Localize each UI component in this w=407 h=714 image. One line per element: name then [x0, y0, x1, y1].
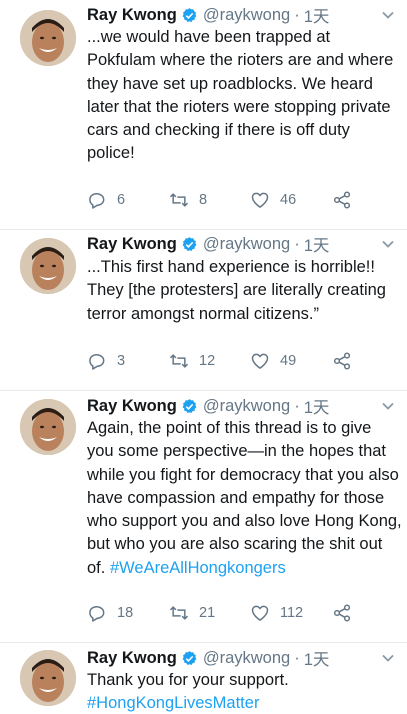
like-count: 46	[280, 192, 297, 208]
tweet[interactable]: Ray Kwong @raykwong · 1天 Thank you for y…	[0, 643, 407, 714]
tweet-header: Ray Kwong @raykwong · 1天	[87, 3, 330, 27]
separator-dot: ·	[294, 234, 300, 253]
heart-icon	[251, 192, 269, 208]
tweet-body: Again, the point of this thread is to gi…	[87, 419, 402, 577]
chevron-down-icon[interactable]	[381, 8, 395, 22]
retweet-icon	[169, 606, 189, 620]
hashtag-link[interactable]: #WeAreAllHongkongers	[110, 559, 286, 577]
heart-icon	[251, 605, 269, 621]
author-name[interactable]: Ray Kwong	[87, 649, 177, 668]
tweet-body: ...This first hand experience is horribl…	[87, 258, 386, 323]
reply-icon	[89, 606, 105, 622]
tweet-body: ...we would have been trapped at Pokfula…	[87, 28, 394, 163]
retweet-count: 8	[199, 192, 208, 208]
tweet-timestamp[interactable]: 1天	[304, 232, 330, 256]
tweet-actions: 18 21 112	[87, 602, 387, 624]
reply-count: 6	[117, 192, 126, 208]
avatar[interactable]	[20, 238, 76, 294]
like-button[interactable]: 46	[250, 189, 296, 211]
author-handle[interactable]: @raykwong	[203, 6, 290, 25]
tweet-actions: 6 8 46	[87, 189, 387, 211]
avatar[interactable]	[20, 399, 76, 455]
like-count: 49	[280, 353, 297, 369]
reply-icon	[89, 354, 105, 370]
verified-badge-icon	[181, 236, 198, 253]
reply-icon	[89, 193, 105, 209]
author-name[interactable]: Ray Kwong	[87, 397, 177, 416]
tweet-text: ...This first hand experience is horribl…	[87, 256, 402, 326]
retweet-count: 12	[199, 353, 216, 369]
author-name[interactable]: Ray Kwong	[87, 6, 177, 25]
tweet-timestamp[interactable]: 1天	[304, 3, 330, 27]
tweet-timestamp[interactable]: 1天	[304, 394, 330, 418]
separator-dot: ·	[294, 396, 300, 415]
tweet-header: Ray Kwong @raykwong · 1天	[87, 394, 330, 418]
tweet-timestamp[interactable]: 1天	[304, 646, 330, 670]
share-icon	[333, 191, 351, 209]
reply-count: 3	[117, 353, 126, 369]
share-button[interactable]	[332, 350, 352, 372]
author-handle[interactable]: @raykwong	[203, 397, 290, 416]
retweet-count: 21	[199, 605, 216, 621]
heart-icon	[251, 353, 269, 369]
tweet-header: Ray Kwong @raykwong · 1天	[87, 646, 330, 670]
hashtag-link[interactable]: #HongKongLivesMatter	[87, 694, 259, 712]
reply-button[interactable]: 3	[87, 350, 125, 372]
separator-dot: ·	[294, 5, 300, 24]
like-count: 112	[280, 605, 304, 621]
verified-badge-icon	[181, 650, 198, 667]
reply-button[interactable]: 18	[87, 602, 133, 624]
author-handle[interactable]: @raykwong	[203, 235, 290, 254]
tweet-divider	[0, 229, 407, 230]
tweet-body: Thank you for your support.	[87, 671, 289, 689]
separator-dot: ·	[294, 648, 300, 667]
share-button[interactable]	[332, 189, 352, 211]
retweet-button[interactable]: 12	[169, 350, 215, 372]
retweet-button[interactable]: 21	[169, 602, 215, 624]
tweet-text: Again, the point of this thread is to gi…	[87, 417, 402, 580]
retweet-icon	[169, 354, 189, 368]
reply-count: 18	[117, 605, 134, 621]
share-icon	[333, 604, 351, 622]
tweet-text: ...we would have been trapped at Pokfula…	[87, 26, 402, 166]
author-name[interactable]: Ray Kwong	[87, 235, 177, 254]
retweet-icon	[169, 193, 189, 207]
chevron-down-icon[interactable]	[381, 651, 395, 665]
tweet-actions: 3 12 49	[87, 350, 387, 372]
tweet-text: Thank you for your support. #HongKongLiv…	[87, 669, 402, 714]
verified-badge-icon	[181, 7, 198, 24]
tweet-divider	[0, 390, 407, 391]
retweet-button[interactable]: 8	[169, 189, 207, 211]
like-button[interactable]: 49	[250, 350, 296, 372]
share-button[interactable]	[332, 602, 352, 624]
chevron-down-icon[interactable]	[381, 399, 395, 413]
chevron-down-icon[interactable]	[381, 237, 395, 251]
author-handle[interactable]: @raykwong	[203, 649, 290, 668]
verified-badge-icon	[181, 398, 198, 415]
reply-button[interactable]: 6	[87, 189, 125, 211]
avatar[interactable]	[20, 10, 76, 66]
share-icon	[333, 352, 351, 370]
tweet-header: Ray Kwong @raykwong · 1天	[87, 232, 330, 256]
avatar[interactable]	[20, 650, 76, 706]
like-button[interactable]: 112	[250, 602, 303, 624]
